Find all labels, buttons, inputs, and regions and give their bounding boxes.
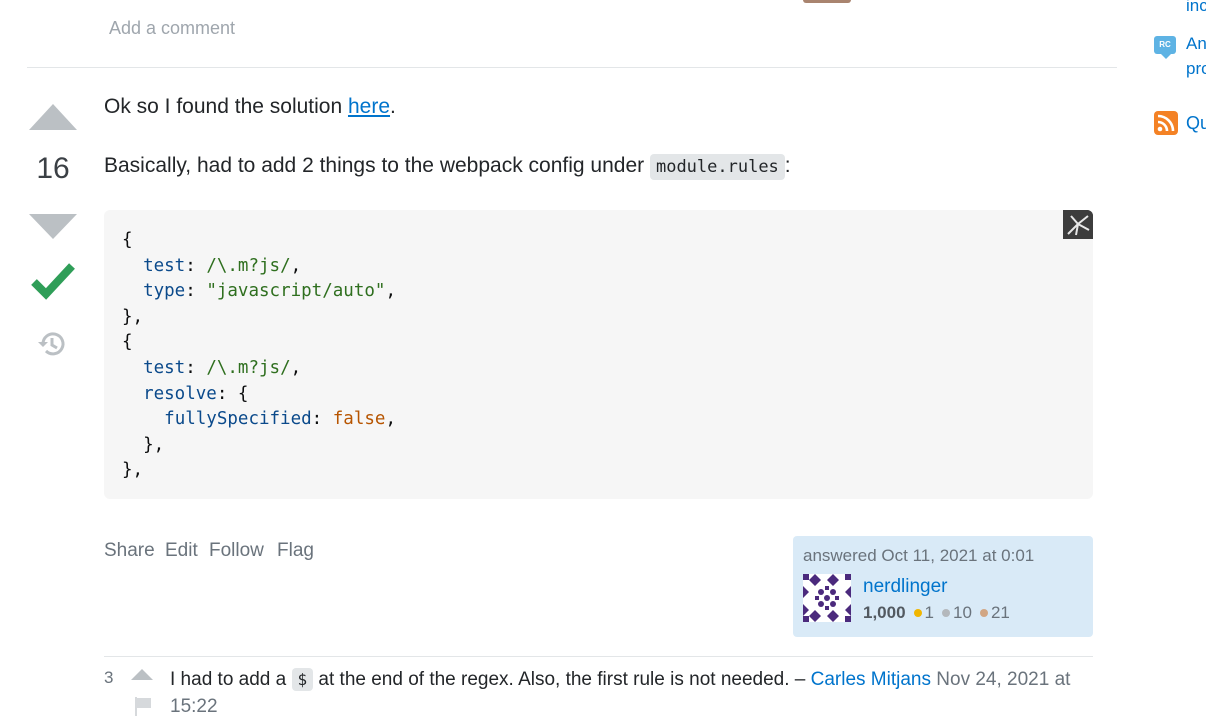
gold-badge-count: 1 — [924, 603, 935, 622]
add-comment-link[interactable]: Add a comment — [109, 18, 235, 39]
divider — [104, 656, 1093, 657]
rss-icon — [1154, 111, 1178, 135]
code-key: test — [143, 357, 186, 378]
code-regex: /\.m?js/ — [206, 255, 291, 276]
answered-timestamp: answered Oct 11, 2021 at 0:01 — [803, 546, 1035, 565]
sidebar-link-1[interactable]: inc — [1186, 0, 1206, 16]
paragraph-text: : — [784, 154, 791, 177]
avatar[interactable] — [803, 574, 851, 622]
sidebar-link-2-line2[interactable]: pro — [1186, 59, 1206, 79]
code-line: }, — [122, 460, 144, 481]
share-button[interactable]: Share — [104, 540, 155, 562]
upvote-button[interactable] — [29, 104, 77, 130]
gold-badge-icon — [913, 609, 922, 618]
user-reputation: 1,000 1 10 21 — [863, 603, 1010, 623]
comment-text-part: at the end of the regex. Also, the first… — [313, 669, 811, 690]
code-string: "javascript/auto" — [206, 281, 386, 302]
flag-icon[interactable] — [133, 696, 153, 716]
code-line: }, — [143, 434, 165, 455]
answer-paragraph-2: Basically, had to add 2 things to the we… — [104, 154, 791, 180]
inline-code: $ — [291, 668, 314, 691]
paragraph-text: Basically, had to add 2 things to the we… — [104, 154, 650, 177]
bronze-badge-icon — [979, 609, 988, 618]
comment-score: 3 — [104, 668, 114, 687]
comment-text: I had to add a $ at the end of the regex… — [170, 666, 1090, 720]
copy-code-icon[interactable] — [1063, 210, 1093, 239]
sidebar-link-3[interactable]: Qu — [1186, 113, 1206, 134]
code-block[interactable]: { test: /\.m?js/, type: "javascript/auto… — [104, 210, 1093, 499]
follow-button[interactable]: Follow — [209, 540, 264, 562]
accepted-checkmark-icon — [31, 263, 75, 300]
downvote-button[interactable] — [29, 214, 77, 239]
comment-author-link[interactable]: Carles Mitjans — [811, 669, 931, 690]
divider — [27, 67, 1117, 68]
code-key: test — [143, 255, 186, 276]
code-boolean: false — [332, 409, 386, 430]
previous-user-avatar — [803, 0, 851, 3]
reputation-score: 1,000 — [863, 603, 906, 622]
history-icon[interactable] — [36, 328, 68, 360]
comment-text-part: I had to add a — [170, 669, 292, 690]
user-name-link[interactable]: nerdlinger — [863, 576, 948, 598]
silver-badge-icon — [942, 609, 951, 618]
user-signature-card: answered Oct 11, 2021 at 0:01 nerdlinger… — [793, 536, 1093, 637]
rc-badge-icon: RC — [1154, 36, 1176, 59]
code-regex: /\.m?js/ — [206, 357, 291, 378]
paragraph-text: . — [390, 95, 396, 118]
edit-button[interactable]: Edit — [165, 540, 198, 562]
sidebar-link-2[interactable]: An — [1186, 34, 1206, 54]
comment-upvote-button[interactable] — [131, 669, 153, 680]
silver-badge-count: 10 — [953, 603, 972, 622]
bronze-badge-count: 21 — [990, 603, 1010, 622]
code-key: type — [143, 281, 186, 302]
code-line: { — [122, 332, 133, 353]
paragraph-text: Ok so I found the solution — [104, 95, 348, 118]
code-line: }, — [122, 306, 144, 327]
code-line: { — [122, 230, 133, 250]
flag-button[interactable]: Flag — [277, 540, 314, 562]
solution-link[interactable]: here — [348, 95, 390, 118]
vote-count: 16 — [36, 152, 70, 185]
inline-code: module.rules — [649, 154, 785, 180]
code-key: resolve — [143, 383, 217, 404]
code-key: fullySpecified — [164, 409, 312, 430]
answer-paragraph-1: Ok so I found the solution here. — [104, 95, 396, 119]
